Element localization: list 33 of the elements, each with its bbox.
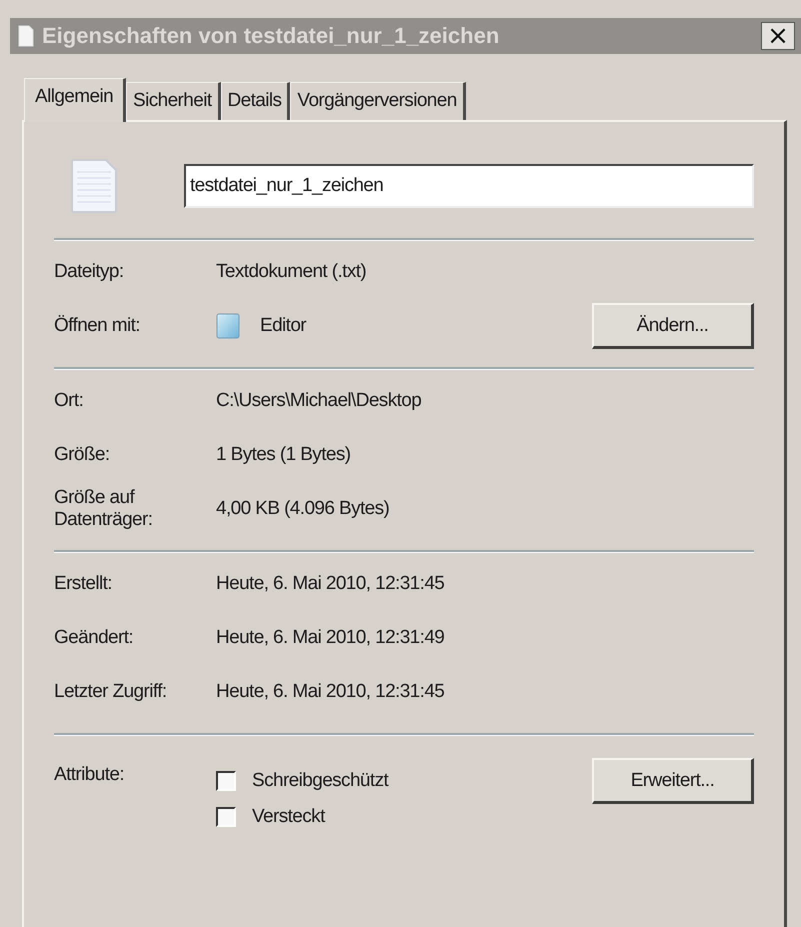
change-button[interactable]: Ändern...: [592, 303, 754, 349]
field-value: 1 Bytes (1 Bytes): [216, 444, 352, 466]
field-value: C:\Users\Michael\Desktop: [216, 390, 422, 412]
field-label: Größe:: [54, 444, 111, 466]
tab[interactable]: Details: [220, 82, 290, 120]
field-value: Textdokument (.txt): [216, 261, 368, 283]
field-label: Geändert:: [54, 627, 134, 649]
field-label: Öffnen mit:: [54, 315, 141, 337]
close-button[interactable]: ×: [761, 22, 795, 50]
notepad-icon: [216, 313, 240, 339]
field-value: Heute, 6. Mai 2010, 12:31:49: [216, 627, 446, 649]
field-label: Letzter Zugriff:: [54, 681, 168, 703]
field-value: 4,00 KB (4.096 Bytes): [216, 498, 390, 520]
tab[interactable]: Allgemein: [24, 78, 126, 122]
field-value: Heute, 6. Mai 2010, 12:31:45: [216, 573, 446, 595]
checkbox-label: Schreibgeschützt: [252, 770, 388, 792]
field-value: Heute, 6. Mai 2010, 12:31:45: [216, 681, 446, 703]
document-icon: [70, 158, 118, 214]
field-label: Ort:: [54, 390, 84, 412]
field-label: Attribute:: [54, 763, 126, 786]
field-label: Dateityp:: [54, 261, 125, 283]
tab[interactable]: Sicherheit: [126, 82, 221, 120]
advanced-button[interactable]: Erweitert...: [592, 758, 754, 804]
field-label: Größe auf Datenträger:: [54, 487, 154, 531]
field-label: Erstellt:: [54, 573, 113, 595]
tab[interactable]: Vorgängerversionen: [290, 82, 466, 120]
checkbox[interactable]: [216, 807, 236, 827]
checkbox[interactable]: [216, 771, 236, 791]
field-value: Editor: [260, 315, 308, 337]
checkbox-label: Versteckt: [252, 806, 325, 828]
file-name-field[interactable]: testdatei_nur_1_zeichen: [184, 164, 754, 208]
window-title: Eigenschaften von testdatei_nur_1_zeichen: [42, 23, 500, 49]
document-icon: [18, 25, 34, 47]
